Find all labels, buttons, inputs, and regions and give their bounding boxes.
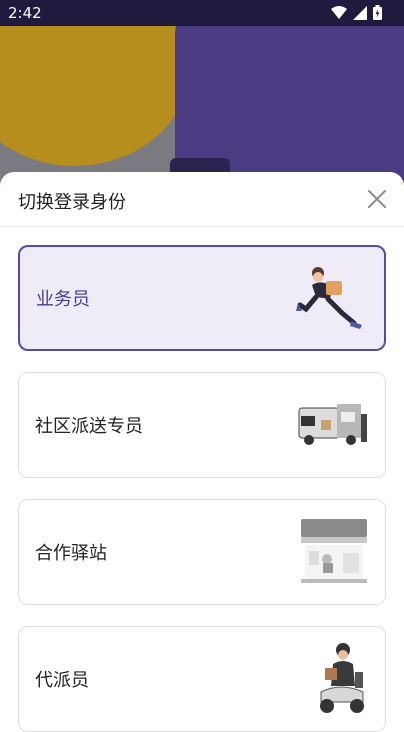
sheet-header: 切换登录身份 (0, 172, 404, 227)
role-label: 业务员 (36, 289, 90, 310)
sheet-title: 切换登录身份 (18, 192, 126, 213)
signal-icon (353, 5, 367, 20)
wifi-icon (331, 5, 347, 19)
battery-icon (373, 5, 382, 20)
close-icon[interactable] (366, 188, 388, 210)
role-label: 代派员 (35, 670, 89, 691)
status-icons (331, 5, 382, 20)
scooter-rider-icon (320, 643, 364, 713)
role-card-partner-station[interactable]: 合作驿站 (18, 499, 386, 605)
role-card-substitute-courier[interactable]: 代派员 (18, 626, 386, 732)
courier-running-icon (296, 267, 362, 329)
delivery-truck-icon (298, 404, 367, 445)
storefront-icon (301, 519, 367, 583)
status-bar: 2:42 (0, 0, 404, 26)
role-label: 合作驿站 (35, 543, 107, 564)
status-time: 2:42 (8, 4, 42, 22)
role-label: 社区派送专员 (35, 416, 143, 437)
header-background-art (0, 26, 404, 186)
role-card-community-delivery[interactable]: 社区派送专员 (18, 372, 386, 478)
switch-role-sheet: 切换登录身份 业务员 社区派送专员 合作驿站 代派员 (0, 172, 404, 732)
role-card-salesperson[interactable]: 业务员 (18, 245, 386, 351)
